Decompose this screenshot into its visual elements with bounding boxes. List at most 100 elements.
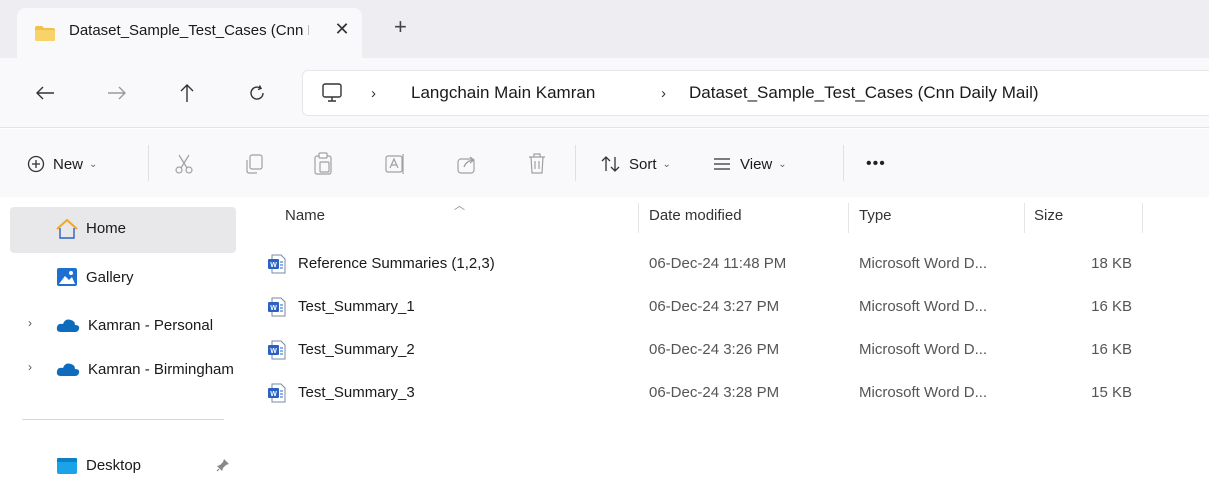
file-row[interactable]: W Test_Summary_2 06-Dec-24 3:26 PM Micro… [260, 331, 1140, 369]
chevron-down-icon: ⌄ [89, 158, 98, 170]
refresh-icon [250, 85, 264, 100]
sidebar-item-label: Kamran - Personal [88, 317, 214, 334]
delete-icon[interactable] [527, 152, 547, 176]
file-type: Microsoft Word D... [859, 255, 988, 272]
toolbar-divider [148, 145, 149, 181]
file-size: 18 KB [1091, 255, 1132, 272]
back-button[interactable] [30, 78, 60, 108]
column-header-type[interactable]: Type [859, 207, 892, 224]
share-icon[interactable] [456, 153, 478, 175]
navigation-pane: Home Gallery › Kamran - Personal › Kamra… [0, 197, 245, 478]
sidebar-item-label: Gallery [86, 269, 134, 286]
word-document-icon: W [268, 383, 286, 403]
sidebar-divider [22, 419, 224, 420]
file-size: 15 KB [1091, 384, 1132, 401]
new-button[interactable]: New ⌄ [27, 151, 97, 177]
onedrive-icon [56, 319, 80, 332]
sort-icon [601, 156, 620, 172]
up-arrow-icon [180, 84, 194, 102]
file-name: Test_Summary_1 [298, 298, 415, 315]
view-label: View [740, 155, 773, 173]
svg-text:W: W [270, 348, 277, 355]
file-list: ︿ Name Date modified Type Size W Referen… [260, 197, 1209, 478]
up-button[interactable] [172, 78, 202, 108]
command-toolbar: New ⌄ Sort ⌄ View ⌄ ••• [0, 129, 1209, 197]
view-list-icon [714, 158, 730, 170]
pin-icon[interactable] [216, 458, 230, 472]
refresh-button[interactable] [242, 78, 272, 108]
svg-text:W: W [270, 305, 277, 312]
desktop-folder-icon [57, 458, 77, 474]
breadcrumb-separator: › [661, 85, 666, 102]
expand-chevron-icon[interactable]: › [28, 360, 32, 374]
breadcrumb-item-dataset[interactable]: Dataset_Sample_Test_Cases (Cnn Daily Mai… [689, 83, 1039, 103]
forward-arrow-icon [108, 86, 126, 100]
folder-icon [35, 26, 55, 41]
more-options-button[interactable]: ••• [866, 151, 886, 177]
word-document-icon: W [268, 254, 286, 274]
tab-close-button[interactable]: ✕ [331, 19, 353, 40]
onedrive-icon [56, 363, 80, 376]
file-date-modified: 06-Dec-24 11:48 PM [649, 255, 787, 272]
breadcrumb-separator: › [371, 85, 376, 102]
column-divider[interactable] [638, 203, 639, 233]
column-header-date[interactable]: Date modified [649, 207, 742, 224]
sidebar-item-label: Desktop [86, 457, 142, 474]
new-tab-button[interactable]: + [394, 16, 407, 38]
file-row[interactable]: W Test_Summary_3 06-Dec-24 3:28 PM Micro… [260, 374, 1140, 412]
sort-label: Sort [629, 155, 657, 173]
svg-text:W: W [270, 262, 277, 269]
file-name: Test_Summary_2 [298, 341, 415, 358]
sidebar-item-gallery[interactable]: Gallery [10, 255, 236, 301]
sidebar-item-kamran-birmingham[interactable]: › Kamran - Birmingham [10, 347, 236, 393]
plus-circle-icon [27, 155, 45, 173]
home-icon [56, 219, 78, 239]
chevron-down-icon: ⌄ [778, 158, 787, 170]
file-date-modified: 06-Dec-24 3:27 PM [649, 298, 780, 315]
navigation-bar: › Langchain Main Kamran › Dataset_Sample… [0, 58, 1209, 128]
file-date-modified: 06-Dec-24 3:26 PM [649, 341, 780, 358]
column-divider[interactable] [1142, 203, 1143, 233]
new-label: New [53, 155, 84, 173]
back-arrow-icon [36, 86, 54, 100]
column-header-size[interactable]: Size [1034, 207, 1063, 224]
sidebar-item-home[interactable]: Home [10, 207, 236, 253]
tab-title: Dataset_Sample_Test_Cases (Cnn Daily Mai… [69, 22, 309, 39]
column-divider[interactable] [848, 203, 849, 233]
file-size: 16 KB [1091, 341, 1132, 358]
breadcrumb-item-langchain[interactable]: Langchain Main Kamran [411, 83, 595, 103]
column-header-name[interactable]: Name [285, 207, 325, 224]
copy-icon[interactable] [244, 153, 264, 175]
file-size: 16 KB [1091, 298, 1132, 315]
file-date-modified: 06-Dec-24 3:28 PM [649, 384, 780, 401]
sidebar-item-desktop[interactable]: Desktop [10, 442, 236, 478]
sidebar-item-label: Home [86, 220, 127, 237]
file-row[interactable]: W Test_Summary_1 06-Dec-24 3:27 PM Micro… [260, 288, 1140, 326]
paste-icon[interactable] [313, 152, 333, 176]
more-icon: ••• [866, 155, 886, 172]
rename-icon[interactable] [384, 152, 406, 176]
address-bar[interactable]: › Langchain Main Kamran › Dataset_Sample… [302, 70, 1209, 116]
tab-active[interactable]: Dataset_Sample_Test_Cases (Cnn Daily Mai… [17, 8, 362, 58]
file-row[interactable]: W Reference Summaries (1,2,3) 06-Dec-24 … [260, 245, 1140, 283]
sort-button[interactable]: Sort ⌄ [601, 151, 671, 177]
word-document-icon: W [268, 340, 286, 360]
file-type: Microsoft Word D... [859, 384, 988, 401]
word-document-icon: W [268, 297, 286, 317]
file-type: Microsoft Word D... [859, 298, 988, 315]
forward-button[interactable] [102, 78, 132, 108]
toolbar-divider [843, 145, 844, 181]
svg-text:W: W [270, 391, 277, 398]
tab-strip: Dataset_Sample_Test_Cases (Cnn Daily Mai… [0, 0, 1209, 58]
expand-chevron-icon[interactable]: › [28, 316, 32, 330]
gallery-icon [57, 268, 77, 286]
view-button[interactable]: View ⌄ [712, 151, 787, 177]
toolbar-divider [575, 145, 576, 181]
file-type: Microsoft Word D... [859, 341, 988, 358]
sidebar-item-label: Kamran - Birmingham [88, 361, 234, 378]
cut-icon[interactable] [173, 153, 195, 175]
chevron-down-icon: ⌄ [662, 158, 671, 170]
column-divider[interactable] [1024, 203, 1025, 233]
sidebar-item-kamran-personal[interactable]: › Kamran - Personal [10, 303, 236, 349]
file-name: Reference Summaries (1,2,3) [298, 255, 495, 272]
